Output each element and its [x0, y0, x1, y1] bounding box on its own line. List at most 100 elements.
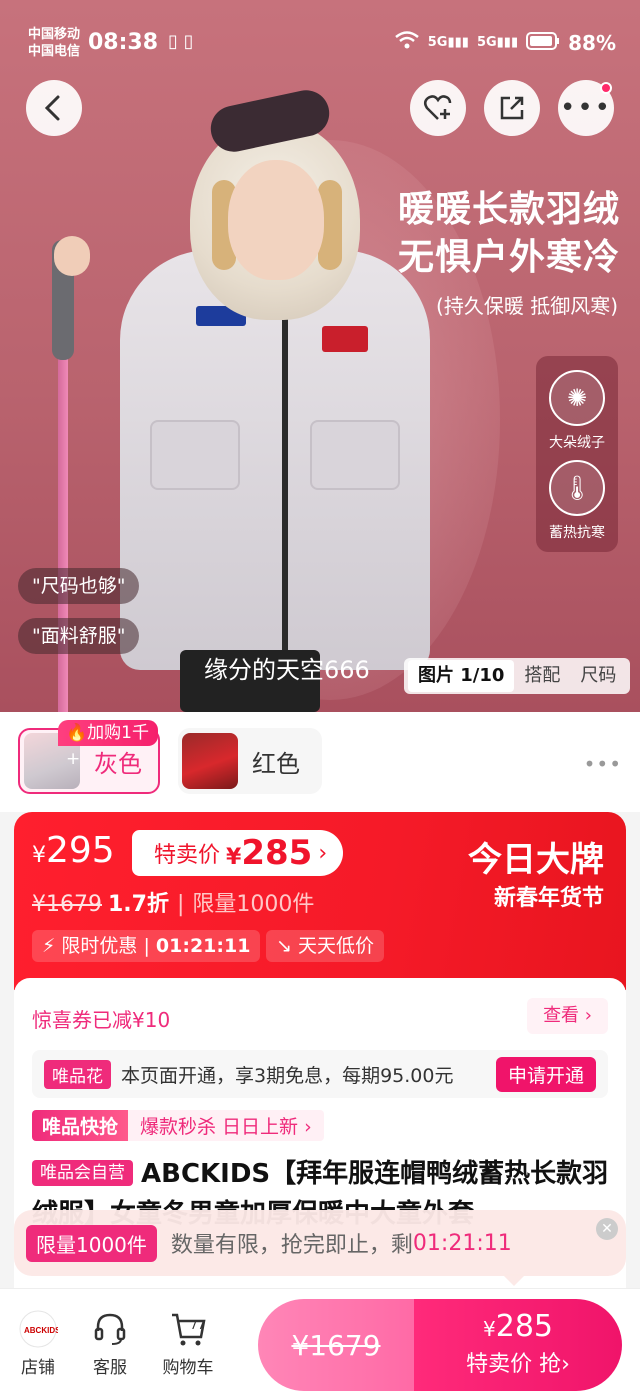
self-operated-badge: 唯品会自营	[32, 1160, 133, 1186]
cart-icon: 77	[168, 1309, 208, 1349]
battery-icon	[526, 31, 560, 55]
shop-button[interactable]: ABCKIDS 店铺	[8, 1309, 68, 1378]
check-coupon-button[interactable]: 查看 ›	[527, 998, 608, 1034]
share-button[interactable]	[484, 80, 540, 136]
discount-rate: 1.7折	[108, 892, 169, 917]
signal-label-1: 5G	[427, 35, 448, 50]
close-icon[interactable]: ✕	[596, 1218, 618, 1240]
back-button[interactable]	[26, 80, 82, 136]
hero-subhead: (持久保暖 抵御风寒)	[436, 294, 618, 318]
brand-day-title: 今日大牌	[468, 840, 604, 880]
feature-card: ✺ 大朵绒子 🌡 蓄热抗寒	[536, 356, 618, 552]
color-label-red: 红色	[252, 749, 300, 778]
headline-line-1: 暖暖长款羽绒	[397, 189, 620, 230]
signal-icon-1: 5G▮▮▮	[427, 35, 469, 50]
apply-button[interactable]: 申请开通	[495, 1056, 596, 1092]
flash-sale-badge: 唯品快抢	[32, 1109, 129, 1141]
carrier-1: 中国移动	[28, 27, 81, 42]
coat-patch-china	[322, 326, 368, 352]
share-icon	[500, 96, 524, 120]
feature-label-2: 蓄热抗寒	[549, 525, 605, 541]
flash-sale-text-label: 爆款秒杀 日日上新	[140, 1115, 299, 1138]
status-right: 5G▮▮▮ 5G▮▮▮ 88%	[394, 30, 616, 55]
service-button[interactable]: 客服	[80, 1309, 140, 1378]
cart-count: 77	[190, 1318, 206, 1332]
tab-outfit[interactable]: 搭配	[514, 660, 570, 692]
more-button[interactable]: •••	[558, 80, 614, 136]
toast-badge: 限量1000件	[26, 1224, 157, 1262]
lightning-icon: ⚡	[42, 935, 56, 957]
toast-countdown: 01:21:11	[412, 1230, 512, 1256]
down-cluster-icon: ✺	[549, 370, 605, 426]
product-hero-image[interactable]: 中国移动 中国电信 08:38 ▯ ▯ 5G▮▮▮ 5G▮▮▮ 88% ••• …	[0, 0, 640, 712]
original-price-buy-button[interactable]: ¥1679	[258, 1299, 414, 1391]
price-detail-row: ¥1679 1.7折 | 限量1000件	[32, 886, 314, 918]
feature-thermal: 🌡 蓄热抗寒	[536, 460, 618, 542]
tab-images[interactable]: 图片 1/10	[408, 660, 515, 692]
cart-button[interactable]: 77 购物车	[158, 1309, 218, 1378]
special-yen: ¥	[226, 845, 242, 870]
limit-separator: |	[176, 892, 185, 917]
cart-label: 购物车	[162, 1358, 214, 1378]
tab-size[interactable]: 尺码	[570, 660, 626, 692]
red-thumbnail	[182, 733, 238, 789]
installment-row[interactable]: 唯品花 本页面开通，享3期免息，每期95.00元 申请开通	[32, 1050, 608, 1098]
more-dots-icon: •••	[559, 93, 612, 123]
trend-down-icon: ↘	[276, 935, 292, 957]
check-label: 查看	[543, 1005, 580, 1026]
headset-icon	[90, 1309, 130, 1349]
coat-pocket-right	[310, 420, 400, 490]
flame-icon: 🔥	[66, 723, 88, 743]
flash-sale-row[interactable]: 唯品快抢 爆款秒杀 日日上新 ›	[32, 1109, 324, 1141]
more-colors-icon[interactable]: •••	[584, 752, 622, 776]
coat-zipper	[282, 300, 288, 660]
hand	[54, 236, 90, 276]
original-price: ¥1679	[32, 892, 102, 917]
chevron-right-icon: ›	[584, 1005, 592, 1026]
carrier-2: 中国电信	[28, 44, 81, 59]
vhua-badge: 唯品花	[44, 1059, 111, 1089]
review-quote-2[interactable]: "面料舒服"	[18, 618, 140, 654]
notification-dot	[600, 82, 612, 94]
favorite-button[interactable]	[410, 80, 466, 136]
clock: 08:38	[88, 30, 159, 55]
special-price-pill[interactable]: 特卖价 ¥285 ›	[132, 830, 344, 876]
color-option-gray[interactable]: 灰色 🔥加购1千+	[18, 720, 160, 794]
lowest-price-tag: ↘ 天天低价	[266, 930, 384, 962]
flash-label: 限时优惠	[61, 935, 138, 957]
divider: |	[143, 935, 156, 957]
purchase-buttons: ¥1679 ¥285 特卖价 抢›	[258, 1299, 622, 1391]
yen-symbol: ¥	[32, 843, 46, 868]
buy-yen: ¥	[483, 1317, 496, 1341]
battery-level: 88%	[568, 30, 616, 55]
coat-pocket-left	[150, 420, 240, 490]
svg-text:ABCKIDS: ABCKIDS	[24, 1326, 58, 1335]
cart-count-badge: 🔥加购1千+	[58, 720, 158, 769]
shop-logo-icon: ABCKIDS	[18, 1309, 58, 1349]
thermometer-icon: 🌡	[549, 460, 605, 516]
toast-text: 数量有限，抢完即止，剩	[170, 1233, 413, 1258]
chevron-right-icon: ›	[318, 840, 328, 866]
installment-text: 本页面开通，享3期免息，每期95.00元	[121, 1064, 454, 1087]
countdown-timer: 01:21:11	[155, 935, 251, 957]
feature-down: ✺ 大朵绒子	[536, 370, 618, 452]
flash-sale-text: 爆款秒杀 日日上新 ›	[128, 1109, 324, 1141]
review-quote-1[interactable]: "尺码也够"	[18, 568, 140, 604]
special-price-buy-button[interactable]: ¥285 特卖价 抢›	[414, 1299, 622, 1391]
price-banner: ¥295 特卖价 ¥285 › ¥1679 1.7折 | 限量1000件 今日大牌 新…	[14, 812, 626, 990]
chevron-right-icon: ›	[561, 1352, 570, 1377]
flash-countdown: ⚡ 限时优惠 | 01:21:11	[32, 930, 261, 962]
buy-price: ¥285	[414, 1309, 622, 1344]
current-price-value: 295	[46, 830, 115, 871]
buy-label-text: 特卖价 抢	[466, 1352, 562, 1377]
special-price-label: 特卖价	[154, 843, 221, 868]
color-option-red[interactable]: 红色	[178, 728, 322, 794]
chevron-left-icon	[44, 95, 60, 121]
buy-price-value: 285	[495, 1309, 553, 1344]
coupon-text: 惊喜券已减¥10	[32, 1008, 171, 1032]
limit-quantity: 限量1000件	[192, 892, 315, 917]
carrier-labels: 中国移动 中国电信	[28, 26, 80, 60]
lowest-price-label: 天天低价	[297, 935, 374, 957]
chevron-right-icon: ›	[304, 1115, 312, 1138]
current-price: ¥295	[32, 830, 115, 871]
